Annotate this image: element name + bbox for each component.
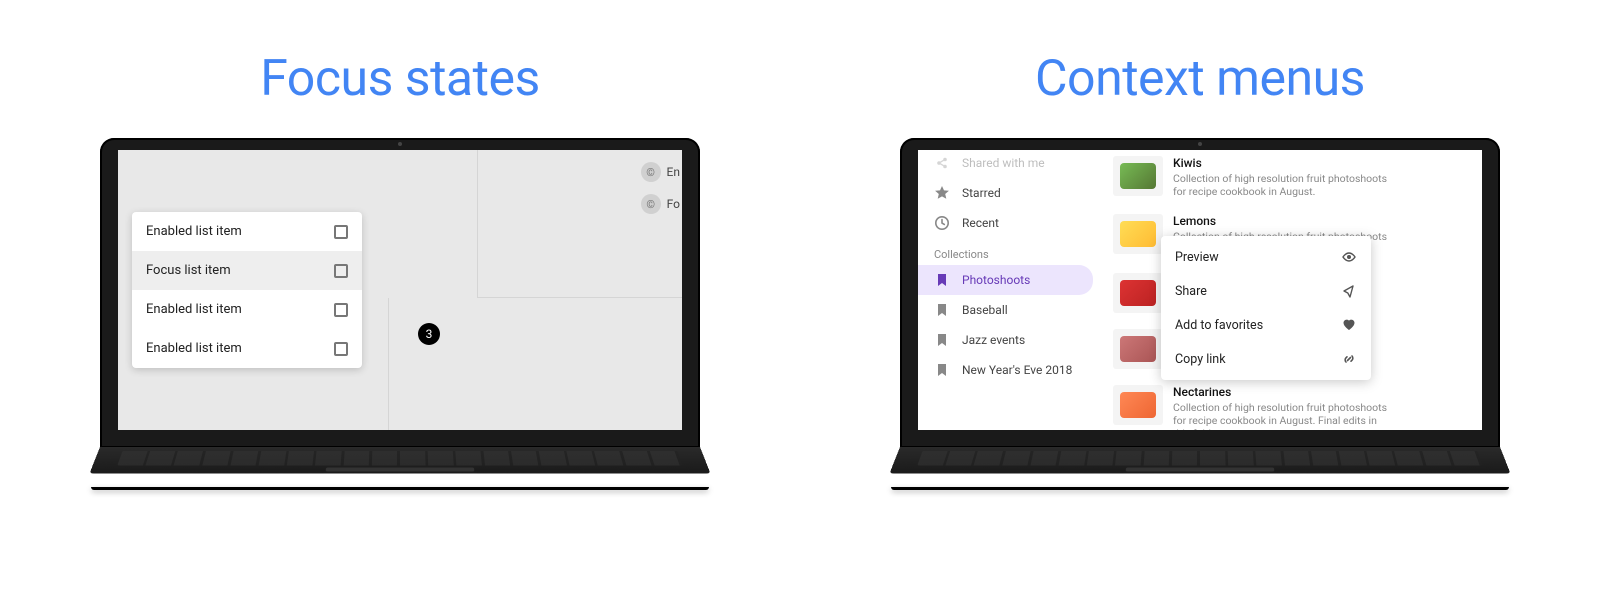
content-area: Kiwis Collection of high resolution frui… xyxy=(1103,150,1482,430)
list-item[interactable]: Enabled list item xyxy=(132,329,362,368)
list-item-label: Enabled list item xyxy=(146,341,242,356)
menu-item-preview[interactable]: Preview xyxy=(1161,240,1371,274)
focus-demo-root: © En © Fo Enabled list item xyxy=(118,150,682,430)
sidebar-item-jazz[interactable]: Jazz events xyxy=(918,325,1103,355)
list-item-label: Enabled list item xyxy=(146,224,242,239)
chip-label: Fo xyxy=(667,197,680,211)
step-badge: 3 xyxy=(418,323,440,345)
sidebar-section-header: Collections xyxy=(918,238,1103,265)
sidebar-item-nye[interactable]: New Year's Eve 2018 xyxy=(918,355,1103,385)
list-item[interactable]: Enabled list item xyxy=(132,290,362,329)
menu-item-favorite[interactable]: Add to favorites xyxy=(1161,308,1371,342)
thumbnail xyxy=(1113,329,1163,369)
thumbnail xyxy=(1113,156,1163,196)
context-menus-column: Context menus Shared with me Starr xyxy=(800,50,1600,490)
avatar-icon: © xyxy=(641,194,661,214)
menu-item-share[interactable]: Share xyxy=(1161,274,1371,308)
sidebar-item-label: Baseball xyxy=(962,303,1008,317)
item-title: Kiwis xyxy=(1173,156,1393,170)
share-icon xyxy=(934,155,950,171)
bookmark-icon xyxy=(934,302,950,318)
laptop-keyboard xyxy=(889,447,1510,474)
checkbox-icon[interactable] xyxy=(334,225,348,239)
heading-context: Context menus xyxy=(1035,50,1365,108)
link-icon xyxy=(1341,351,1357,367)
thumbnail-swatch xyxy=(1120,221,1156,247)
item-title: Nectarines xyxy=(1173,385,1393,399)
sidebar-item-label: New Year's Eve 2018 xyxy=(962,363,1072,377)
thumbnail xyxy=(1113,214,1163,254)
sidebar: Shared with me Starred Recent Collection… xyxy=(918,150,1103,430)
item-meta: Nectarines Collection of high resolution… xyxy=(1173,385,1393,431)
menu-item-label: Preview xyxy=(1175,250,1219,265)
laptop-bezel: Shared with me Starred Recent Collection… xyxy=(900,138,1500,448)
thumbnail xyxy=(1113,273,1163,313)
list-item-label: Enabled list item xyxy=(146,302,242,317)
clock-icon xyxy=(934,215,950,231)
sidebar-item-label: Recent xyxy=(962,216,999,230)
item-subtitle: Collection of high resolution fruit phot… xyxy=(1173,172,1393,198)
laptop-base xyxy=(891,487,1509,490)
sidebar-item-shared[interactable]: Shared with me xyxy=(918,150,1103,178)
menu-item-label: Copy link xyxy=(1175,352,1226,367)
bookmark-icon xyxy=(934,272,950,288)
laptop-keyboard xyxy=(89,447,710,474)
screen-context: Shared with me Starred Recent Collection… xyxy=(918,150,1482,430)
laptop-base xyxy=(91,487,709,490)
heading-focus: Focus states xyxy=(260,50,540,108)
list-item-focused[interactable]: Focus list item xyxy=(132,251,362,290)
avatar-icon: © xyxy=(641,162,661,182)
context-demo-root: Shared with me Starred Recent Collection… xyxy=(918,150,1482,430)
camera-dot xyxy=(398,142,402,146)
eye-icon xyxy=(1341,249,1357,265)
thumbnail-swatch xyxy=(1120,163,1156,189)
laptop-bezel: © En © Fo Enabled list item xyxy=(100,138,700,448)
page-row: Focus states © En © Fo xyxy=(0,0,1600,490)
heart-icon xyxy=(1341,317,1357,333)
star-icon xyxy=(934,185,950,201)
laptop-focus: © En © Fo Enabled list item xyxy=(100,138,700,490)
menu-item-label: Share xyxy=(1175,284,1207,299)
sidebar-item-baseball[interactable]: Baseball xyxy=(918,295,1103,325)
chip-enabled[interactable]: © En xyxy=(637,158,682,186)
content-item[interactable]: Nectarines Collection of high resolution… xyxy=(1103,377,1482,431)
sidebar-item-label: Jazz events xyxy=(962,333,1025,347)
context-menu: Preview Share Add to favorites xyxy=(1161,236,1371,380)
thumbnail xyxy=(1113,385,1163,425)
item-subtitle: Collection of high resolution fruit phot… xyxy=(1173,401,1393,431)
content-item[interactable]: Kiwis Collection of high resolution frui… xyxy=(1103,150,1482,206)
chip-label: En xyxy=(667,165,680,179)
share-icon xyxy=(1341,283,1357,299)
item-meta: Kiwis Collection of high resolution frui… xyxy=(1173,156,1393,198)
checkbox-icon[interactable] xyxy=(334,342,348,356)
focus-list-card: Enabled list item Focus list item Enable… xyxy=(132,212,362,368)
sidebar-item-label: Shared with me xyxy=(962,156,1045,170)
checkbox-icon[interactable] xyxy=(334,303,348,317)
sidebar-item-starred[interactable]: Starred xyxy=(918,178,1103,208)
sidebar-item-label: Starred xyxy=(962,186,1001,200)
thumbnail-swatch xyxy=(1120,392,1156,418)
item-title: Lemons xyxy=(1173,214,1393,228)
list-item[interactable]: Enabled list item xyxy=(132,212,362,251)
list-item-label: Focus list item xyxy=(146,263,231,278)
bookmark-icon xyxy=(934,332,950,348)
sidebar-item-photoshoots[interactable]: Photoshoots xyxy=(918,265,1093,295)
sidebar-item-label: Photoshoots xyxy=(962,273,1030,287)
thumbnail-swatch xyxy=(1120,336,1156,362)
focus-bottom-panel xyxy=(388,298,682,430)
chip-focus[interactable]: © Fo xyxy=(637,190,682,218)
checkbox-icon[interactable] xyxy=(334,264,348,278)
bookmark-icon xyxy=(934,362,950,378)
screen-focus: © En © Fo Enabled list item xyxy=(118,150,682,430)
focus-right-panel: © En © Fo xyxy=(477,150,682,298)
menu-item-label: Add to favorites xyxy=(1175,318,1263,333)
menu-item-copy-link[interactable]: Copy link xyxy=(1161,342,1371,376)
laptop-context: Shared with me Starred Recent Collection… xyxy=(900,138,1500,490)
camera-dot xyxy=(1198,142,1202,146)
thumbnail-swatch xyxy=(1120,280,1156,306)
focus-states-column: Focus states © En © Fo xyxy=(0,50,800,490)
sidebar-item-recent[interactable]: Recent xyxy=(918,208,1103,238)
